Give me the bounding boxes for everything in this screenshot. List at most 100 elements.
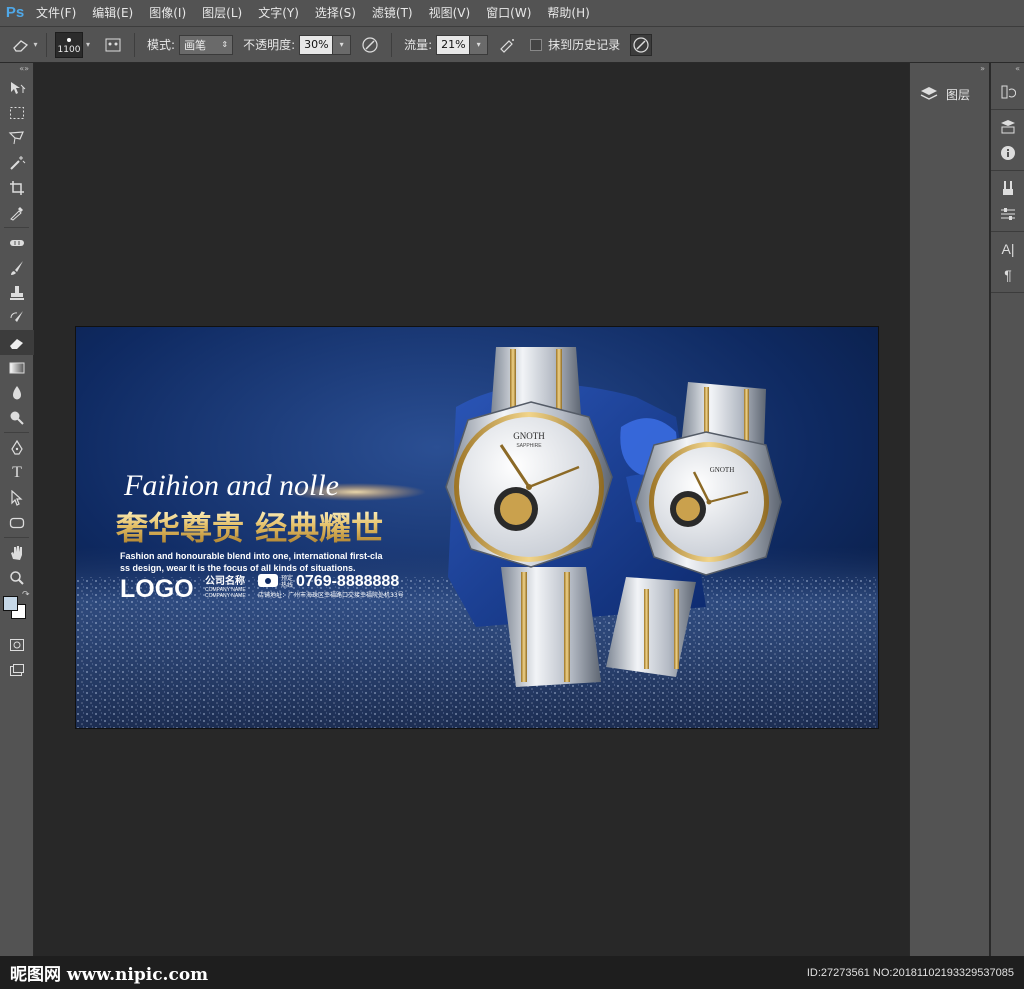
menu-image[interactable]: 图像(I) — [141, 0, 194, 26]
chevron-down-icon: ▾ — [33, 40, 38, 49]
opacity-pressure-button[interactable] — [359, 34, 381, 56]
brush-presets-icon[interactable] — [991, 175, 1024, 201]
flow-input[interactable]: 21% — [436, 34, 471, 55]
nipic-watermark: 昵图网 www.nipic.com — [10, 965, 209, 985]
brush-tip-icon — [67, 37, 71, 42]
panel-dock: » 图层 — [909, 63, 989, 989]
collapse-icon[interactable]: «» — [0, 63, 33, 75]
flow-value: 21% — [441, 38, 466, 51]
document-canvas[interactable]: GNOTH SAPPHIRE GNOTH Faihion and nolle 奢… — [76, 327, 878, 728]
screen-mode-icon[interactable] — [0, 657, 34, 682]
marquee-tool-icon[interactable] — [0, 100, 34, 125]
airbrush-button[interactable] — [496, 34, 518, 56]
collapse-icon[interactable]: » — [910, 63, 989, 75]
eyedropper-tool-icon[interactable] — [0, 200, 34, 225]
tablet-pressure-button[interactable] — [630, 33, 653, 56]
opacity-value: 30% — [304, 38, 329, 51]
brush-panel-toggle[interactable] — [102, 34, 124, 56]
swap-colors-icon[interactable]: ↷ — [22, 590, 30, 600]
banner-artwork: GNOTH SAPPHIRE GNOTH Faihion and nolle 奢… — [76, 327, 878, 728]
dock-group-4: A| ¶ — [991, 232, 1024, 293]
color-swatches[interactable]: ↷ — [0, 590, 33, 624]
lasso-tool-icon[interactable] — [0, 125, 34, 150]
brush-panel-icon — [105, 38, 121, 51]
erase-to-history-checkbox[interactable] — [530, 38, 543, 51]
pen-tool-icon[interactable] — [0, 435, 34, 460]
menu-file[interactable]: 文件(F) — [28, 0, 84, 26]
menu-select[interactable]: 选择(S) — [307, 0, 364, 26]
adjustments-icon[interactable] — [991, 201, 1024, 227]
layers-panel-tab[interactable]: 图层 — [910, 79, 989, 109]
clone-stamp-tool-icon[interactable] — [0, 280, 34, 305]
menu-view[interactable]: 视图(V) — [421, 0, 479, 26]
updown-icon: ⇕ — [221, 40, 229, 49]
erase-to-history-label: 抹到历史记录 — [548, 38, 621, 52]
chevron-down-icon[interactable]: ▾ — [86, 40, 90, 49]
eraser-icon — [13, 39, 29, 52]
menu-help[interactable]: 帮助(H) — [539, 0, 597, 26]
store-address: 店铺地址：广州市海珠区幸福路口交接幸福院处机33号 — [258, 591, 404, 599]
chevron-down-icon: ▾ — [339, 40, 344, 49]
healing-brush-tool-icon[interactable] — [0, 230, 34, 255]
airbrush-icon — [500, 38, 515, 53]
divider — [4, 537, 29, 538]
zoom-tool-icon[interactable] — [0, 565, 34, 590]
mode-select[interactable]: 画笔 ⇕ — [179, 34, 234, 55]
type-tool-icon[interactable]: T — [0, 460, 34, 485]
mode-label: 模式: — [147, 38, 176, 52]
dock-group-2 — [991, 110, 1024, 171]
opacity-input[interactable]: 30% — [299, 34, 334, 55]
menu-type[interactable]: 文字(Y) — [250, 0, 307, 26]
pressure-icon — [633, 36, 649, 53]
divider — [134, 32, 136, 57]
info-icon[interactable] — [991, 140, 1024, 166]
eraser-tool-icon[interactable] — [0, 330, 34, 355]
dodge-tool-icon[interactable] — [0, 405, 34, 430]
history-panel-icon[interactable] — [991, 79, 1024, 105]
chevron-down-icon: ▾ — [476, 40, 481, 49]
photoshop-logo: Ps — [5, 4, 25, 21]
phone-icon — [258, 574, 278, 587]
history-brush-tool-icon[interactable] — [0, 305, 34, 330]
menu-window[interactable]: 窗口(W) — [478, 0, 539, 26]
pressure-icon — [362, 36, 378, 53]
company-name-cn: 公司名称 — [205, 574, 245, 587]
dock-group-1 — [991, 75, 1024, 110]
options-bar: ▾ 1100 ▾ 模式: 画笔 ⇕ 不透明度: 30% ▾ 流量: 21% ▾ … — [0, 26, 1024, 63]
flow-slider-toggle[interactable]: ▾ — [470, 34, 489, 55]
menu-filter[interactable]: 滤镜(T) — [364, 0, 421, 26]
watch-brand-small: GNOTH — [710, 466, 735, 474]
brush-tool-icon[interactable] — [0, 255, 34, 280]
path-selection-tool-icon[interactable] — [0, 485, 34, 510]
logo-text: LOGO — [120, 575, 194, 603]
watch-brand-large: GNOTH — [513, 431, 545, 441]
company-name-en-2: COMPANY NAME — [205, 593, 246, 599]
crop-tool-icon[interactable] — [0, 175, 34, 200]
properties-panel-icon[interactable] — [991, 114, 1024, 140]
headline: 奢华尊贵 经典耀世 — [116, 509, 383, 547]
gradient-tool-icon[interactable] — [0, 355, 34, 380]
shape-tool-icon[interactable] — [0, 510, 34, 535]
menu-layer[interactable]: 图层(L) — [194, 0, 250, 26]
paragraph-panel-icon[interactable]: ¶ — [991, 262, 1024, 288]
menu-edit[interactable]: 编辑(E) — [84, 0, 141, 26]
tool-preset-picker[interactable]: ▾ — [10, 33, 40, 57]
icon-dock: « A| ¶ — [990, 63, 1024, 989]
layers-icon — [920, 87, 938, 100]
watch-sub-large: SAPPHIRE — [516, 443, 542, 449]
hand-tool-icon[interactable] — [0, 540, 34, 565]
tools-panel: «» T ↷ — [0, 63, 34, 989]
foreground-color-swatch[interactable] — [3, 596, 18, 611]
character-panel-icon[interactable]: A| — [991, 236, 1024, 262]
move-tool-icon[interactable] — [0, 75, 34, 100]
blur-tool-icon[interactable] — [0, 380, 34, 405]
brush-preset-picker[interactable]: 1100 — [55, 31, 83, 58]
divider — [46, 32, 47, 57]
watermark-bar: 昵图网 www.nipic.com ID:27273561 NO:2018110… — [0, 956, 1024, 989]
opacity-slider-toggle[interactable]: ▾ — [333, 34, 352, 55]
divider — [4, 227, 29, 228]
mode-value: 画笔 — [184, 38, 207, 52]
collapse-icon[interactable]: « — [991, 63, 1024, 75]
quick-mask-icon[interactable] — [0, 632, 34, 657]
magic-wand-tool-icon[interactable] — [0, 150, 34, 175]
